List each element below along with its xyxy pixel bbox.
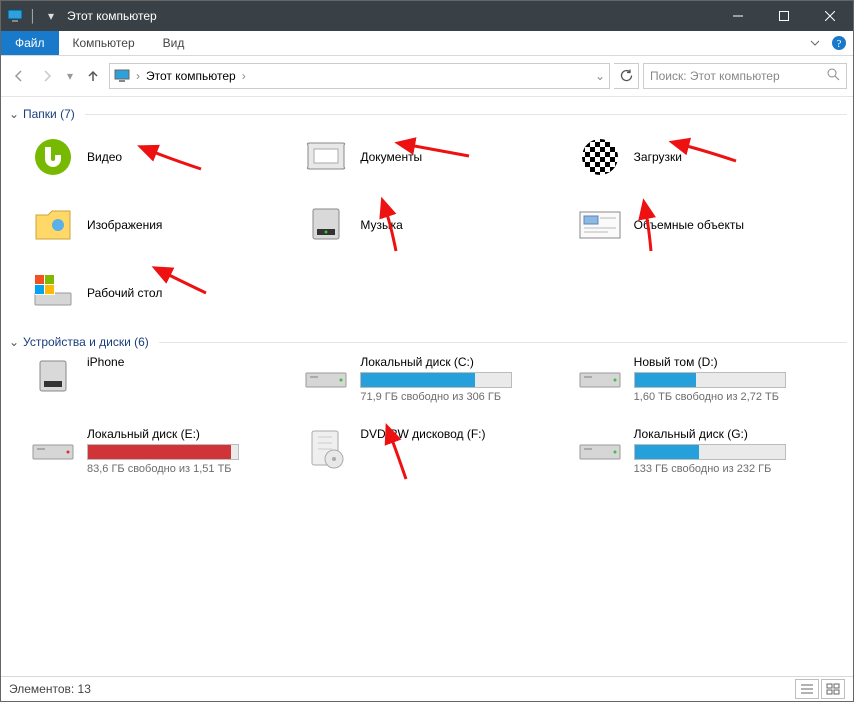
capacity-bar bbox=[634, 444, 786, 460]
pictures-icon bbox=[29, 203, 77, 247]
drive-label: DVD RW дисковод (F:) bbox=[360, 427, 485, 441]
drive-red-icon bbox=[29, 427, 77, 471]
drive-item[interactable]: Новый том (D:) 1,60 ТБ свободно из 2,72 Т… bbox=[574, 353, 847, 421]
drive-item[interactable]: Локальный диск (C:) 71,9 ГБ свободно из 3… bbox=[300, 353, 573, 421]
folder-item[interactable]: Изображения bbox=[27, 193, 300, 257]
content-pane[interactable]: ⌄ Папки (7) Видео Документы Загрузки Изобра… bbox=[1, 97, 853, 676]
mail-icon bbox=[576, 203, 624, 247]
search-placeholder: Поиск: Этот компьютер bbox=[650, 69, 780, 83]
folder-item[interactable]: Объемные объекты bbox=[574, 193, 847, 257]
folder-item[interactable]: Музыка bbox=[300, 193, 573, 257]
drive-win-icon bbox=[29, 271, 77, 315]
recent-locations-button[interactable]: ▾ bbox=[63, 64, 77, 88]
folder-item[interactable]: Документы bbox=[300, 125, 573, 189]
capacity-bar bbox=[634, 372, 786, 388]
breadcrumb-sep-icon: › bbox=[136, 69, 140, 83]
search-icon bbox=[827, 68, 840, 84]
close-button[interactable] bbox=[807, 1, 853, 31]
svg-text:?: ? bbox=[837, 38, 842, 50]
drive-item[interactable]: Локальный диск (E:) 83,6 ГБ свободно из 1… bbox=[27, 425, 300, 493]
capacity-bar bbox=[87, 444, 239, 460]
breadcrumb-sep-icon: › bbox=[242, 69, 246, 83]
folder-label: Музыка bbox=[360, 218, 402, 232]
chevron-down-icon: ⌄ bbox=[9, 335, 19, 349]
breadcrumb-current[interactable]: Этот компьютер bbox=[146, 69, 236, 83]
folder-label: Видео bbox=[87, 150, 122, 164]
address-bar[interactable]: › Этот компьютер › ⌄ bbox=[109, 63, 610, 89]
drive-label: iPhone bbox=[87, 355, 124, 369]
view-large-icons-button[interactable] bbox=[821, 679, 845, 699]
back-button[interactable] bbox=[7, 64, 31, 88]
chevron-down-icon: ⌄ bbox=[9, 107, 19, 121]
group-header-drives[interactable]: ⌄ Устройства и диски (6) bbox=[9, 335, 847, 349]
tab-file[interactable]: Файл bbox=[1, 31, 59, 55]
checker-icon bbox=[576, 135, 624, 179]
serverbox-icon bbox=[302, 203, 350, 247]
drive-free-text: 1,60 ТБ свободно из 2,72 ТБ bbox=[634, 391, 786, 403]
folder-label: Изображения bbox=[87, 218, 162, 232]
status-bar: Элементов: 13 bbox=[1, 676, 853, 701]
qat-dropdown-icon[interactable]: ▾ bbox=[43, 8, 59, 24]
graybox-icon bbox=[29, 355, 77, 399]
folder-label: Рабочий стол bbox=[87, 286, 162, 300]
group-header-folders[interactable]: ⌄ Папки (7) bbox=[9, 107, 847, 121]
drive-label: Локальный диск (G:) bbox=[634, 427, 786, 441]
drive-item[interactable]: DVD RW дисковод (F:) bbox=[300, 425, 573, 493]
tab-view[interactable]: Вид bbox=[149, 31, 199, 55]
help-button[interactable]: ? bbox=[825, 31, 853, 55]
drive-item[interactable]: Локальный диск (G:) 133 ГБ свободно из 23… bbox=[574, 425, 847, 493]
drive-icon bbox=[302, 355, 350, 399]
group-label: Папки (7) bbox=[23, 107, 75, 121]
ribbon: Файл Компьютер Вид ? bbox=[1, 31, 853, 56]
drive-free-text: 133 ГБ свободно из 232 ГБ bbox=[634, 463, 786, 475]
title-bar: │ ▾ Этот компьютер bbox=[1, 1, 853, 31]
utorrent-icon bbox=[29, 135, 77, 179]
folder-label: Загрузки bbox=[634, 150, 682, 164]
forward-button[interactable] bbox=[35, 64, 59, 88]
window-title: Этот компьютер bbox=[67, 9, 157, 23]
refresh-button[interactable] bbox=[614, 63, 639, 89]
address-pc-icon bbox=[114, 68, 130, 84]
capacity-bar bbox=[360, 372, 512, 388]
tab-computer[interactable]: Компьютер bbox=[59, 31, 149, 55]
folder-item[interactable]: Рабочий стол bbox=[27, 261, 300, 325]
group-label: Устройства и диски (6) bbox=[23, 335, 149, 349]
minimize-button[interactable] bbox=[715, 1, 761, 31]
docs-icon bbox=[302, 135, 350, 179]
drive-label: Локальный диск (C:) bbox=[360, 355, 512, 369]
disc-icon bbox=[302, 427, 350, 471]
nav-row: ▾ › Этот компьютер › ⌄ Поиск: Этот компь… bbox=[1, 56, 853, 97]
address-dropdown-icon[interactable]: ⌄ bbox=[595, 69, 605, 83]
folder-label: Документы bbox=[360, 150, 422, 164]
folder-item[interactable]: Загрузки bbox=[574, 125, 847, 189]
folder-label: Объемные объекты bbox=[634, 218, 744, 232]
drive-item[interactable]: iPhone bbox=[27, 353, 300, 421]
folder-item[interactable]: Видео bbox=[27, 125, 300, 189]
ribbon-expand-icon[interactable] bbox=[805, 31, 825, 55]
status-item-count: Элементов: 13 bbox=[9, 682, 91, 696]
view-details-button[interactable] bbox=[795, 679, 819, 699]
drive-free-text: 83,6 ГБ свободно из 1,51 ТБ bbox=[87, 463, 239, 475]
drive-icon bbox=[576, 427, 624, 471]
window-pc-icon bbox=[7, 8, 23, 24]
drive-icon bbox=[576, 355, 624, 399]
drive-label: Новый том (D:) bbox=[634, 355, 786, 369]
search-box[interactable]: Поиск: Этот компьютер bbox=[643, 63, 847, 89]
drive-free-text: 71,9 ГБ свободно из 306 ГБ bbox=[360, 391, 512, 403]
drive-label: Локальный диск (E:) bbox=[87, 427, 239, 441]
qat-separator-icon: │ bbox=[25, 8, 41, 24]
maximize-button[interactable] bbox=[761, 1, 807, 31]
up-button[interactable] bbox=[81, 64, 105, 88]
